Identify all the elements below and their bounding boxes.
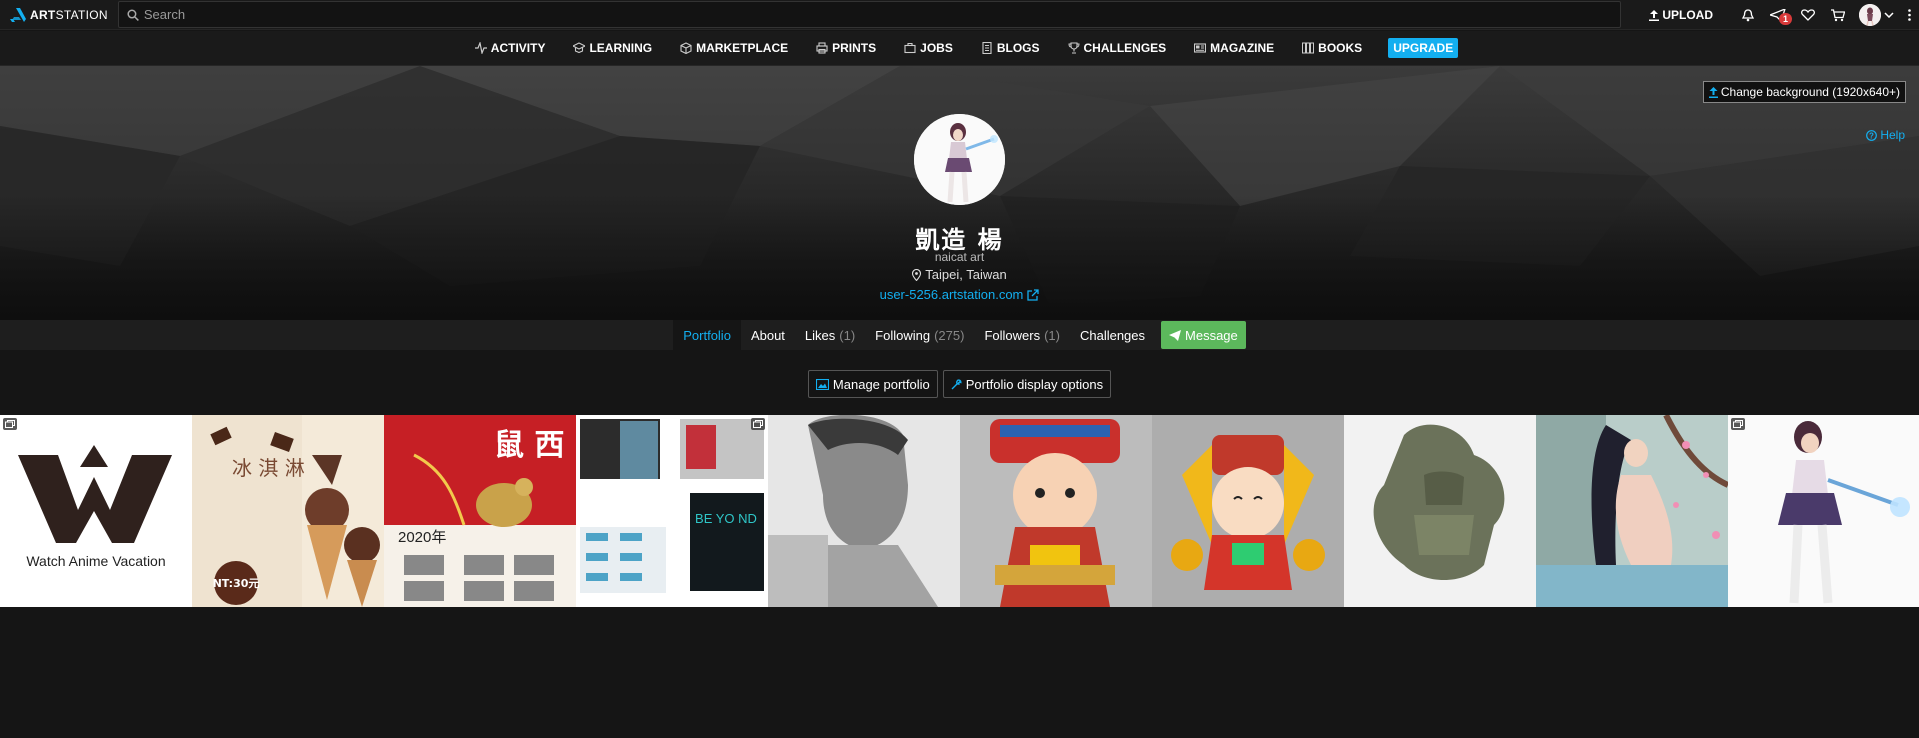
portfolio-grid: Watch Anime Vacation 冰 淇 淋 NT:30元 鼠 西 20… — [0, 415, 1919, 607]
profile-website-link[interactable]: user-5256.artstation.com — [0, 287, 1919, 302]
paper-plane-icon — [1169, 329, 1182, 341]
thumb-text: BE YO ND — [695, 511, 757, 526]
portfolio-thumb[interactable]: 鼠 西 2020年 — [384, 415, 576, 607]
graduation-cap-icon — [573, 42, 586, 54]
profile-location: Taipei, Taiwan — [0, 267, 1919, 282]
thumb-year: 2020年 — [398, 529, 446, 546]
message-button[interactable]: Message — [1161, 321, 1246, 349]
portfolio-display-options-button[interactable]: Portfolio display options — [942, 370, 1112, 398]
profile-tabs: Portfolio About Likes (1) Following (275) … — [0, 320, 1919, 350]
portfolio-thumb[interactable] — [1536, 415, 1728, 607]
cart-button[interactable] — [1823, 8, 1853, 22]
cube-icon — [680, 42, 692, 54]
bell-icon — [1742, 8, 1754, 21]
thumb-price: NT:30元 — [213, 577, 260, 590]
portfolio-thumb[interactable] — [768, 415, 960, 607]
logo-text: ARTSTATION — [30, 7, 108, 22]
wrench-icon — [951, 378, 962, 389]
nav-item-magazine[interactable]: MAGAZINE — [1180, 41, 1288, 55]
thumb-caption: Watch Anime Vacation — [26, 553, 165, 569]
multiple-images-icon — [3, 418, 17, 430]
nav-item-challenges[interactable]: CHALLENGES — [1054, 41, 1181, 55]
nav-item-jobs[interactable]: JOBS — [890, 41, 967, 55]
portfolio-thumb[interactable] — [1728, 415, 1919, 607]
nav-item-activity[interactable]: ACTIVITY — [461, 41, 560, 55]
user-menu[interactable] — [1853, 4, 1899, 26]
upload-icon — [1649, 9, 1660, 21]
profile-header: Change background (1920x640+) ? Help 凱造 … — [0, 66, 1919, 320]
main-nav: ACTIVITY LEARNING MARKETPLACE PRINTS JOB… — [0, 31, 1919, 66]
change-background-button[interactable]: Change background (1920x640+) — [1702, 81, 1906, 103]
nav-item-blogs[interactable]: BLOGS — [967, 41, 1054, 55]
profile-headline: naicat art — [934, 250, 985, 264]
artstation-logo[interactable]: ARTSTATION — [0, 7, 116, 22]
svg-text:?: ? — [1869, 131, 1874, 140]
nav-item-books[interactable]: BOOKS — [1288, 41, 1376, 55]
document-icon — [982, 42, 992, 54]
upload-icon — [1708, 86, 1718, 98]
help-link[interactable]: ? Help — [1866, 128, 1905, 142]
chevron-down-icon — [1883, 12, 1894, 18]
top-bar: ARTSTATION UPLOAD 1 — [0, 0, 1919, 30]
tab-about[interactable]: About — [741, 320, 795, 350]
printer-icon — [816, 42, 828, 54]
tab-following[interactable]: Following (275) — [865, 320, 974, 350]
likes-button[interactable] — [1793, 9, 1823, 21]
search-bar[interactable] — [118, 1, 1621, 28]
image-icon — [815, 378, 829, 390]
newspaper-icon — [1194, 43, 1207, 53]
tab-likes[interactable]: Likes (1) — [795, 320, 865, 350]
map-marker-icon — [912, 268, 922, 281]
portfolio-thumb[interactable] — [1152, 415, 1344, 607]
question-circle-icon: ? — [1866, 129, 1878, 141]
multiple-images-icon — [1731, 418, 1745, 430]
notification-badge: 1 — [1779, 12, 1793, 25]
tab-followers[interactable]: Followers (1) — [974, 320, 1070, 350]
books-icon — [1302, 42, 1315, 54]
portfolio-thumb[interactable]: Watch Anime Vacation — [0, 415, 192, 607]
upload-button[interactable]: UPLOAD — [1649, 8, 1713, 22]
trophy-icon — [1067, 42, 1080, 54]
activity-icon — [474, 42, 487, 54]
messages-button[interactable]: 1 — [1763, 8, 1793, 25]
portfolio-thumb[interactable]: 冰 淇 淋 NT:30元 — [192, 415, 384, 607]
external-link-icon — [1027, 288, 1040, 301]
artstation-logo-icon — [10, 7, 26, 22]
followers-count: (1) — [1044, 327, 1060, 343]
search-icon — [127, 9, 139, 21]
cart-icon — [1831, 8, 1845, 21]
nav-item-learning[interactable]: LEARNING — [559, 41, 666, 55]
manage-portfolio-button[interactable]: Manage portfolio — [807, 370, 938, 398]
nav-item-marketplace[interactable]: MARKETPLACE — [666, 41, 802, 55]
portfolio-controls: Manage portfolio Portfolio display optio… — [0, 370, 1919, 398]
briefcase-icon — [904, 42, 916, 54]
tab-portfolio[interactable]: Portfolio — [673, 320, 741, 350]
notifications-button[interactable] — [1733, 8, 1763, 22]
heart-icon — [1801, 9, 1815, 21]
following-count: (275) — [934, 327, 965, 343]
tab-challenges[interactable]: Challenges — [1070, 320, 1155, 350]
vertical-dots-icon — [1907, 9, 1911, 21]
more-menu-button[interactable] — [1899, 9, 1919, 21]
multiple-images-icon — [751, 418, 765, 430]
likes-count: (1) — [839, 327, 856, 343]
nav-item-prints[interactable]: PRINTS — [802, 41, 890, 55]
upgrade-button[interactable]: UPGRADE — [1388, 38, 1459, 58]
thumb-title: 冰 淇 淋 — [232, 456, 305, 480]
portfolio-thumb[interactable]: BE YO ND — [576, 415, 768, 607]
profile-avatar[interactable] — [914, 114, 1005, 205]
search-input[interactable] — [143, 7, 1620, 22]
avatar — [1858, 4, 1881, 26]
portfolio-thumb[interactable] — [960, 415, 1152, 607]
thumb-title: 鼠 西 — [494, 428, 564, 463]
portfolio-thumb[interactable] — [1344, 415, 1536, 607]
